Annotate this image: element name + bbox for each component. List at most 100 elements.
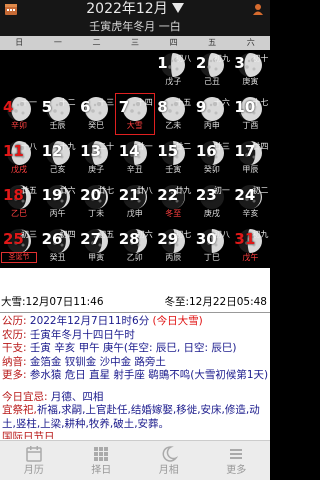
day-number: 1 <box>157 54 168 72</box>
lunar-day-label: 廿九 <box>175 186 192 195</box>
day-cell[interactable]: 27 初五 甲寅 <box>77 226 115 266</box>
day-cell[interactable]: 30 初八 丁巳 <box>193 226 231 266</box>
festival-badge: 圣诞节 <box>1 252 37 263</box>
lunar-day-label: 初八 <box>175 54 192 63</box>
menu-icon <box>230 449 243 459</box>
calendar-grid: 1 初八 戊子 2 初九 己丑 3 初十 庚寅 4 十一 辛卯 5 十二 壬辰 6 十三 癸巳 7 十四 大雪 8 十五 乙未… <box>0 50 270 268</box>
lunar-day-label: 十六 <box>213 98 230 107</box>
ganzhi-label: 戊戌 <box>11 165 27 174</box>
nongli-line: 农历: 壬寅年冬月十四日午时 <box>2 328 135 341</box>
ganzhi-label: 己丑 <box>203 77 220 86</box>
ganzhi-label: 壬寅 <box>165 165 182 174</box>
lunar-day-label: 廿四 <box>252 142 269 151</box>
tab-label: 择日 <box>91 465 112 476</box>
solar-terms-row: 大雪:12月07日11:46 冬至:12月22日05:48 <box>0 268 270 309</box>
calendar-week-row: 1 初八 戊子 2 初九 己丑 3 初十 庚寅 <box>0 50 270 90</box>
day-cell[interactable]: 21 廿八 戊申 <box>116 182 154 222</box>
ganzhi-label: 甲辰 <box>242 165 259 174</box>
day-cell[interactable]: 1 初八戊子 <box>154 50 192 90</box>
lunar-day-label: 廿三 <box>213 142 230 151</box>
lunar-day-label: 十八 <box>21 142 37 151</box>
ganzhi-label: 大雪 <box>126 121 143 130</box>
day-cell[interactable]: 13 二十 庚子 <box>77 138 115 178</box>
tab-moon[interactable]: 月相 <box>135 441 203 480</box>
tab-grid[interactable]: 择日 <box>68 441 136 480</box>
lunar-day-label: 十五 <box>175 98 192 107</box>
weekday-header: 日一二三四五六 <box>0 36 270 50</box>
day-cell[interactable]: 19 廿六 丙午 <box>39 182 77 222</box>
day-cell[interactable]: 7 十四 大雪 <box>114 93 155 135</box>
ganzhi-label: 戊子 <box>165 77 182 86</box>
day-cell[interactable]: 31 初九 戊午 <box>231 226 269 266</box>
day-cell[interactable]: 3 初十 庚寅 <box>231 50 269 90</box>
nayin-line: 纳音: 金箔金 钗钏金 沙中金 路旁土 <box>2 355 166 368</box>
month-title[interactable]: 2022年12月 <box>0 1 270 18</box>
day-cell[interactable]: 14 廿一 辛丑 <box>116 138 154 178</box>
day-cell[interactable]: 29 初七 丙辰 <box>154 226 192 266</box>
bottom-tab-bar: 月历 择日 月相 更多 <box>0 440 270 480</box>
day-cell[interactable]: 17 廿四 甲辰 <box>231 138 269 178</box>
lunar-day-label: 十九 <box>59 142 76 151</box>
gengduo-line: 更多: 参水猿 危日 直星 射手座 鹖鴠不鸣(大雪初候第1天) <box>2 369 269 381</box>
day-cell[interactable]: 2 初九己丑 <box>193 50 231 90</box>
lunar-day-label: 初六 <box>136 230 153 239</box>
ganzhi-label: 庚戌 <box>203 209 220 218</box>
tab-calendar[interactable]: 月历 <box>0 441 68 480</box>
lunar-day-label: 初九 <box>213 54 230 63</box>
day-cell[interactable]: 11 十八 戊戌 <box>0 138 38 178</box>
tab-menu[interactable]: 更多 <box>203 441 271 480</box>
tab-label: 月历 <box>23 465 44 476</box>
day-cell[interactable]: 10 十七 丁酉 <box>231 94 269 134</box>
day-cell[interactable]: 12 十九 己亥 <box>39 138 77 178</box>
lunar-day-label: 初三 <box>21 230 37 239</box>
day-cell[interactable]: 24 初二 辛亥 <box>231 182 269 222</box>
calendar-week-row: 25 初三 圣诞节 26 初四 癸丑 27 初五 甲寅 28 初六 乙卯 29 初七 丙辰 30 初八 丁巳 31 初… <box>0 226 270 266</box>
day-cell[interactable]: 8 十五 乙未 <box>154 94 192 134</box>
day-number: 3 <box>234 54 245 72</box>
lunar-day-label: 初八 <box>213 230 230 239</box>
lunar-day-label: 廿五 <box>21 186 37 195</box>
weekday-label: 六 <box>246 38 255 47</box>
ganzhi-label: 甲寅 <box>88 253 105 262</box>
day-cell[interactable]: 28 初六 乙卯 <box>116 226 154 266</box>
triangle-down-icon[interactable] <box>171 3 184 13</box>
today-yiji-line: 今日宜忌: 月德、四相 <box>2 390 104 403</box>
lunar-month-title: 壬寅虎年冬月 一白 <box>89 20 181 33</box>
gongli-line: 公历: 2022年12月7日11时6分 (今日大雪) <box>2 315 203 327</box>
day-cell[interactable]: 23 初一 庚戌 <box>193 182 231 222</box>
festival-section-label: 国际日节日 <box>2 431 55 439</box>
ganzhi-label: 乙卯 <box>126 253 143 262</box>
ganzhi-label: 丙午 <box>49 209 66 218</box>
lunar-day-label: 初一 <box>213 186 230 195</box>
day-cell[interactable]: 6 十三 癸巳 <box>77 94 115 134</box>
day-cell[interactable]: 18 廿五 乙巳 <box>0 182 38 222</box>
weekday-label: 五 <box>208 38 217 47</box>
day-number: 7 <box>118 98 130 116</box>
daxue-time: 大雪:12月07日11:46 <box>1 296 104 308</box>
day-number: 2 <box>195 54 207 72</box>
ganzhi-label: 庚子 <box>88 165 105 174</box>
day-cell[interactable]: 26 初四 癸丑 <box>39 226 77 266</box>
lunar-day-label: 廿六 <box>59 186 76 195</box>
day-cell[interactable]: 15 廿二 壬寅 <box>154 138 192 178</box>
ganzhi-label: 乙巳 <box>11 209 27 218</box>
day-cell[interactable]: 25 初三 圣诞节 <box>0 226 38 266</box>
weekday-label: 日 <box>15 38 24 47</box>
day-cell[interactable]: 20 廿七 丁未 <box>77 182 115 222</box>
weekday-label: 三 <box>131 38 140 47</box>
lunar-day-label: 十一 <box>21 98 37 107</box>
day-cell[interactable]: 16 廿三 癸卯 <box>193 138 231 178</box>
day-cell[interactable]: 9 十六 丙申 <box>193 94 231 134</box>
ganzhi-label: 癸丑 <box>49 253 66 262</box>
ganzhi-label: 辛卯 <box>11 121 27 130</box>
weekday-label: 四 <box>169 38 178 47</box>
lunar-day-label: 十七 <box>252 98 269 107</box>
day-cell[interactable]: 22 廿九 冬至 <box>154 182 192 222</box>
yi-list: 宜祭祀,祈福,求嗣,上官赴任,结婚嫁娶,移徙,安床,修造,动土,竖柱,上梁,耕种… <box>2 404 260 430</box>
lunar-day-label: 初十 <box>252 54 269 63</box>
day-cell[interactable]: 4 十一 辛卯 <box>0 94 38 134</box>
lunar-day-label: 初七 <box>175 230 192 239</box>
day-cell[interactable]: 5 十二 壬辰 <box>39 94 77 134</box>
ganzhi-label: 丙辰 <box>165 253 182 262</box>
user-icon[interactable] <box>251 2 265 16</box>
